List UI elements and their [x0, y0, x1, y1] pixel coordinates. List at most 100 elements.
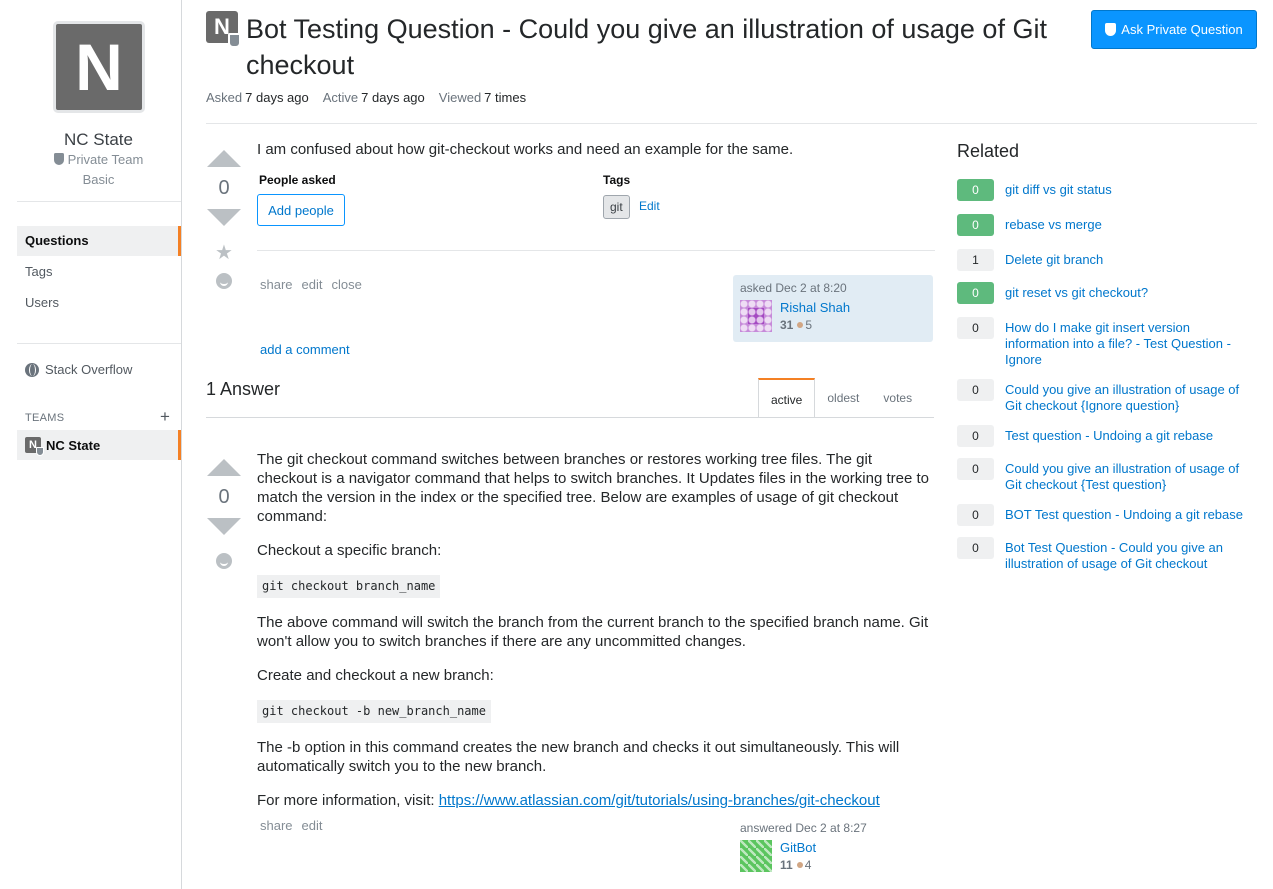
ask-button-label: Ask Private Question: [1121, 22, 1243, 37]
question-owner-card: asked Dec 2 at 8:20 Rishal Shah 31 5: [733, 275, 933, 342]
user-reputation: 31 5: [780, 318, 850, 332]
asked-timestamp[interactable]: asked Dec 2 at 8:20: [740, 281, 926, 295]
asked-value: 7 days ago: [245, 90, 309, 105]
edit-link[interactable]: edit: [302, 818, 323, 833]
bookmark-star-icon[interactable]: ★: [206, 240, 242, 265]
bronze-badge-count: 5: [805, 318, 813, 332]
tab-votes[interactable]: votes: [871, 378, 924, 418]
share-link[interactable]: share: [260, 277, 293, 292]
related-link[interactable]: Bot Test Question - Could you give an il…: [1005, 537, 1250, 572]
left-sidebar: N NC State Private Team Basic Questions …: [0, 0, 182, 889]
related-link[interactable]: git diff vs git status: [1005, 179, 1250, 201]
related-link[interactable]: rebase vs merge: [1005, 214, 1250, 236]
answer-paragraph: The above command will switch the branch…: [257, 614, 929, 650]
answer-owner-card: answered Dec 2 at 8:27 GitBot 11 4: [733, 815, 933, 878]
active-label: Active: [322, 90, 359, 105]
shield-icon: [1105, 23, 1117, 36]
atlassian-link[interactable]: https://www.atlassian.com/git/tutorials/…: [439, 792, 880, 809]
tag-git[interactable]: git: [603, 195, 630, 219]
answer-post-menu: share edit: [260, 818, 323, 833]
asked-label: Asked: [206, 90, 243, 105]
tags-label: Tags: [603, 173, 631, 187]
header-divider: [206, 123, 1257, 124]
question-post-menu: share edit close: [260, 277, 362, 292]
related-link[interactable]: Could you give an illustration of usage …: [1005, 458, 1250, 493]
reaction-smiley-icon[interactable]: [216, 553, 232, 569]
team-plan: Basic: [82, 172, 115, 187]
user-avatar[interactable]: [740, 840, 772, 872]
related-link[interactable]: Could you give an illustration of usage …: [1005, 379, 1250, 414]
add-people-button[interactable]: Add people: [257, 194, 345, 226]
answers-divider: [206, 417, 934, 418]
answered-timestamp[interactable]: answered Dec 2 at 8:27: [740, 821, 926, 835]
code-snippet: git checkout branch_name: [257, 575, 441, 598]
question-meta: Asked 7 days ago Active 7 days ago Viewed 7…: [206, 90, 526, 105]
related-score: 1: [957, 249, 994, 271]
viewed-label: Viewed: [438, 90, 482, 105]
user-reputation: 11 4: [780, 858, 816, 872]
related-score: 0: [957, 214, 994, 236]
sidebar-item-users[interactable]: Users: [17, 288, 181, 318]
question-vote-cell: 0 ★: [206, 150, 242, 289]
related-item[interactable]: 0 Could you give an illustration of usage…: [957, 379, 1257, 414]
user-name-link[interactable]: Rishal Shah: [780, 300, 850, 315]
related-link[interactable]: How do I make git insert version informa…: [1005, 317, 1250, 368]
related-score: 0: [957, 504, 994, 526]
vote-count: 0: [218, 177, 230, 199]
related-link[interactable]: git reset vs git checkout?: [1005, 282, 1250, 304]
stack-overflow-label: Stack Overflow: [45, 362, 133, 377]
sidebar-item-team[interactable]: N NC State: [17, 430, 181, 460]
related-score: 0: [957, 425, 994, 447]
upvote-arrow-icon[interactable]: [207, 459, 241, 476]
add-comment-link[interactable]: add a comment: [260, 342, 350, 357]
reaction-smiley-icon[interactable]: [216, 273, 232, 289]
team-avatar[interactable]: N: [53, 21, 145, 113]
team-name[interactable]: NC State: [0, 130, 197, 150]
sidebar-divider: [17, 343, 181, 344]
related-item[interactable]: 0 Bot Test Question - Could you give an i…: [957, 537, 1257, 572]
team-link-label: NC State: [46, 437, 101, 453]
related-item[interactable]: 1 Delete git branch: [957, 249, 1257, 271]
sidebar-item-tags[interactable]: Tags: [17, 257, 181, 287]
related-link[interactable]: BOT Test question - Undoing a git rebase: [1005, 504, 1250, 526]
related-item[interactable]: 0 git diff vs git status: [957, 179, 1257, 201]
related-score: 0: [957, 317, 994, 339]
share-link[interactable]: share: [260, 818, 293, 833]
answer-sort-tabs: active oldest votes: [758, 378, 924, 418]
tab-active[interactable]: active: [758, 378, 816, 418]
bronze-badge-icon: [797, 322, 804, 328]
related-link[interactable]: Test question - Undoing a git rebase: [1005, 425, 1250, 447]
vote-count: 0: [218, 486, 230, 508]
related-score: 0: [957, 379, 994, 401]
related-item[interactable]: 0 How do I make git insert version inform…: [957, 317, 1257, 368]
related-heading: Related: [957, 141, 1020, 161]
user-avatar[interactable]: [740, 300, 772, 332]
close-link[interactable]: close: [332, 277, 362, 292]
bronze-badge-icon: [796, 862, 803, 868]
answer-paragraph: The git checkout command switches betwee…: [257, 451, 930, 525]
code-snippet: git checkout -b new_branch_name: [257, 700, 491, 723]
team-type: Private Team: [0, 152, 197, 167]
sidebar-item-stack-overflow[interactable]: Stack Overflow: [25, 362, 132, 377]
sidebar-item-questions[interactable]: Questions: [17, 226, 181, 256]
tab-oldest[interactable]: oldest: [815, 378, 871, 418]
question-title[interactable]: Bot Testing Question - Could you give an…: [246, 11, 1076, 83]
edit-link[interactable]: edit: [302, 277, 323, 292]
active-value[interactable]: 7 days ago: [361, 90, 425, 105]
downvote-arrow-icon[interactable]: [207, 518, 241, 535]
upvote-arrow-icon[interactable]: [207, 150, 241, 167]
related-link[interactable]: Delete git branch: [1005, 249, 1250, 271]
downvote-arrow-icon[interactable]: [207, 209, 241, 226]
answer-paragraph: Create and checkout a new branch:: [257, 667, 494, 684]
ask-private-question-button[interactable]: Ask Private Question: [1091, 10, 1257, 49]
add-team-button[interactable]: +: [160, 407, 170, 427]
related-item[interactable]: 0 rebase vs merge: [957, 214, 1257, 236]
answer-paragraph: For more information, visit: https://www…: [257, 791, 935, 810]
user-name-link[interactable]: GitBot: [780, 840, 816, 855]
related-item[interactable]: 0 Could you give an illustration of usage…: [957, 458, 1257, 493]
related-item[interactable]: 0 Test question - Undoing a git rebase: [957, 425, 1257, 447]
related-item[interactable]: 0 git reset vs git checkout?: [957, 282, 1257, 304]
related-item[interactable]: 0 BOT Test question - Undoing a git rebas…: [957, 504, 1257, 526]
globe-icon: [25, 362, 39, 377]
edit-tags-link[interactable]: Edit: [639, 199, 660, 213]
